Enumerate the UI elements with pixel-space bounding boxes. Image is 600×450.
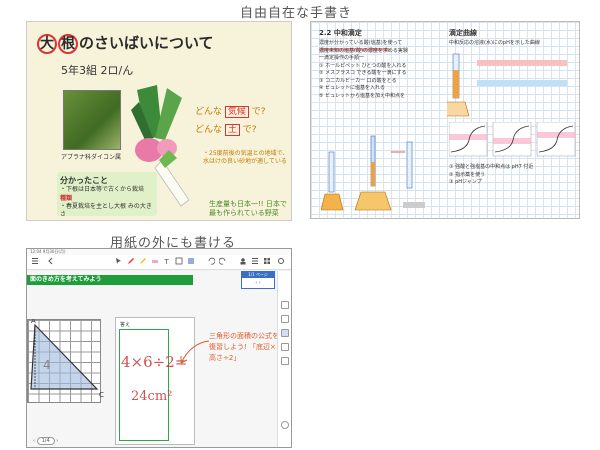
right-line: ① 強酸と強塩基の中和点は pH7 付近 bbox=[449, 164, 534, 170]
radish-photo bbox=[63, 90, 121, 150]
title-char-circled-1: 大 bbox=[37, 34, 57, 54]
findings-box: 分かったこと ・下根は日本等で古くから栽培 種類 ・春夏栽培を主とし大根 みの大… bbox=[57, 172, 157, 218]
page-navigation: ‹ 1/4 › bbox=[33, 437, 58, 445]
pen-icon[interactable] bbox=[127, 257, 135, 265]
text-icon[interactable]: T bbox=[163, 257, 171, 265]
select-icon[interactable] bbox=[115, 257, 123, 265]
triangle-figure: A C 4 bbox=[30, 319, 104, 399]
marker-icon[interactable] bbox=[139, 257, 147, 265]
grid-icon[interactable] bbox=[263, 257, 271, 265]
image-icon[interactable] bbox=[187, 257, 195, 265]
titration-curve-illustration bbox=[447, 53, 567, 117]
question-climate: どんな 気候 で? bbox=[195, 104, 266, 118]
left-line: 一滴定操作の手順一 bbox=[319, 55, 365, 61]
left-line: ① ホールピペット ひとつの酸を入れる bbox=[319, 62, 407, 69]
page-switcher-nav[interactable]: ‹ › bbox=[242, 278, 274, 288]
drawing-canvas[interactable]: 面のきめ方を考えてみよう A C 4 答え 4×6÷2= 24cm² 三角形の面… bbox=[27, 271, 279, 447]
svg-text:T: T bbox=[164, 258, 170, 265]
ph-curves-illustration bbox=[449, 122, 576, 157]
q2-prefix: どんな bbox=[195, 125, 223, 135]
photo-caption: アブラナ科ダイコン属 bbox=[61, 154, 122, 161]
right-line: ② 指示薬を使う bbox=[449, 171, 486, 178]
handwritten-answer: 24cm² bbox=[131, 389, 173, 404]
answer-paper-label: 答え bbox=[120, 322, 131, 328]
page-switcher[interactable]: 1/1 ページ ‹ › bbox=[241, 271, 275, 289]
right-tool-rail bbox=[277, 271, 291, 447]
left-line: ⑤ ビュレットから塩基を加え中和点を bbox=[319, 92, 405, 99]
rail-tool-button[interactable] bbox=[281, 301, 289, 309]
svg-text:4: 4 bbox=[43, 358, 51, 372]
right-line: ③ pHジャンプ bbox=[449, 179, 482, 185]
left-line: 濃度が分かっている酸(塩基)を使って bbox=[319, 40, 403, 46]
handwritten-hint: 三角形の面積の公式を復習しよう! 「底辺×高さ÷2」 bbox=[209, 332, 279, 363]
chemistry-note-panel: 2.2 中和滴定 滴定曲線 濃度が分かっている酸(塩基)を使って 濃度未知の塩基… bbox=[310, 21, 580, 219]
redo-icon[interactable] bbox=[219, 257, 227, 265]
left-line: 濃度未知の塩基(酸)の濃度を求める実験 bbox=[319, 47, 408, 54]
task-banner: 面のきめ方を考えてみよう bbox=[27, 275, 193, 285]
hint-arrow-icon bbox=[180, 340, 210, 364]
toolbar: T bbox=[27, 255, 291, 270]
q1-keyword: 気候 bbox=[224, 106, 249, 118]
findings-line-1: ・下根は日本等で古くから栽培 bbox=[60, 186, 145, 194]
rail-tool-button[interactable] bbox=[281, 343, 289, 351]
answer-box[interactable] bbox=[119, 329, 169, 441]
q1-prefix: どんな bbox=[195, 107, 223, 117]
svg-text:A: A bbox=[31, 319, 36, 325]
title-rest: のさいばいについて bbox=[79, 34, 214, 52]
left-line: ④ ビュレットに塩基を入れる bbox=[319, 85, 385, 91]
svg-text:C: C bbox=[99, 391, 104, 399]
right-line: 中和反応の溶液(水)にのpHを示した曲線 bbox=[449, 40, 540, 46]
rail-tool-button[interactable] bbox=[281, 329, 289, 337]
findings-line-2: ・春夏栽培を主とし大根 みの大きさ bbox=[60, 202, 152, 219]
production-note: 生産量も日本一!! 日本で最も作られている野菜 bbox=[209, 200, 287, 218]
list-icon[interactable] bbox=[251, 257, 259, 265]
rail-zoom-button[interactable] bbox=[281, 421, 289, 429]
shape-icon[interactable] bbox=[175, 257, 183, 265]
rail-tool-button[interactable] bbox=[281, 357, 289, 365]
caption-handwriting: 自由自在な手書き bbox=[240, 6, 353, 21]
rail-tool-button[interactable] bbox=[281, 315, 289, 323]
back-icon[interactable] bbox=[47, 257, 55, 265]
tablet-app-window: 12:04 9月30日(月) T 面のきめ方を考えてみよう A C 4 答え 4… bbox=[26, 248, 292, 448]
q2-suffix: で? bbox=[242, 125, 257, 135]
q1-suffix: で? bbox=[251, 107, 266, 117]
page-indicator[interactable]: 1/4 bbox=[36, 437, 55, 445]
undo-icon[interactable] bbox=[207, 257, 215, 265]
q2-keyword: 土 bbox=[224, 124, 240, 136]
left-notes: 濃度が分かっている酸(塩基)を使って 濃度未知の塩基(酸)の濃度を求める実験 一… bbox=[319, 40, 439, 100]
user-icon[interactable] bbox=[239, 257, 247, 265]
eraser-icon[interactable] bbox=[151, 257, 159, 265]
lab-equipment-illustration bbox=[321, 135, 425, 211]
heading-neutralization: 2.2 中和滴定 bbox=[319, 29, 362, 37]
class-label: 5年3組 2ロ/ん bbox=[61, 64, 134, 77]
title-char-circled-2: 根 bbox=[58, 34, 78, 54]
right-bullets: ① 強酸と強塩基の中和点は pH7 付近 ② 指示薬を使う ③ pHジャンプ bbox=[449, 164, 577, 187]
settings-icon[interactable] bbox=[277, 257, 285, 265]
left-line: ② メスフラスコ できる酸を一滴にする bbox=[319, 70, 407, 76]
menu-icon[interactable] bbox=[31, 257, 39, 265]
climate-note: ・25度前後の気温との地域で、水はけの良い砂地が適している bbox=[203, 150, 289, 166]
note-title: 大根のさいばいについて bbox=[37, 32, 214, 54]
next-page-icon[interactable]: › bbox=[56, 438, 58, 444]
findings-heading: 分かったこと bbox=[60, 176, 108, 185]
right-notes: 中和反応の溶液(水)にのpHを示した曲線 bbox=[449, 40, 577, 48]
findings-keyword: 種類 bbox=[60, 194, 73, 202]
left-line: ③ コニカルビーカー 口の酸をとる bbox=[319, 77, 397, 84]
heading-titration-curve: 滴定曲線 bbox=[449, 29, 477, 37]
radish-note-panel: 大根のさいばいについて 5年3組 2ロ/ん アブラナ科ダイコン属 どんな 気候 … bbox=[26, 21, 292, 221]
question-soil: どんな 土 で? bbox=[195, 122, 257, 136]
